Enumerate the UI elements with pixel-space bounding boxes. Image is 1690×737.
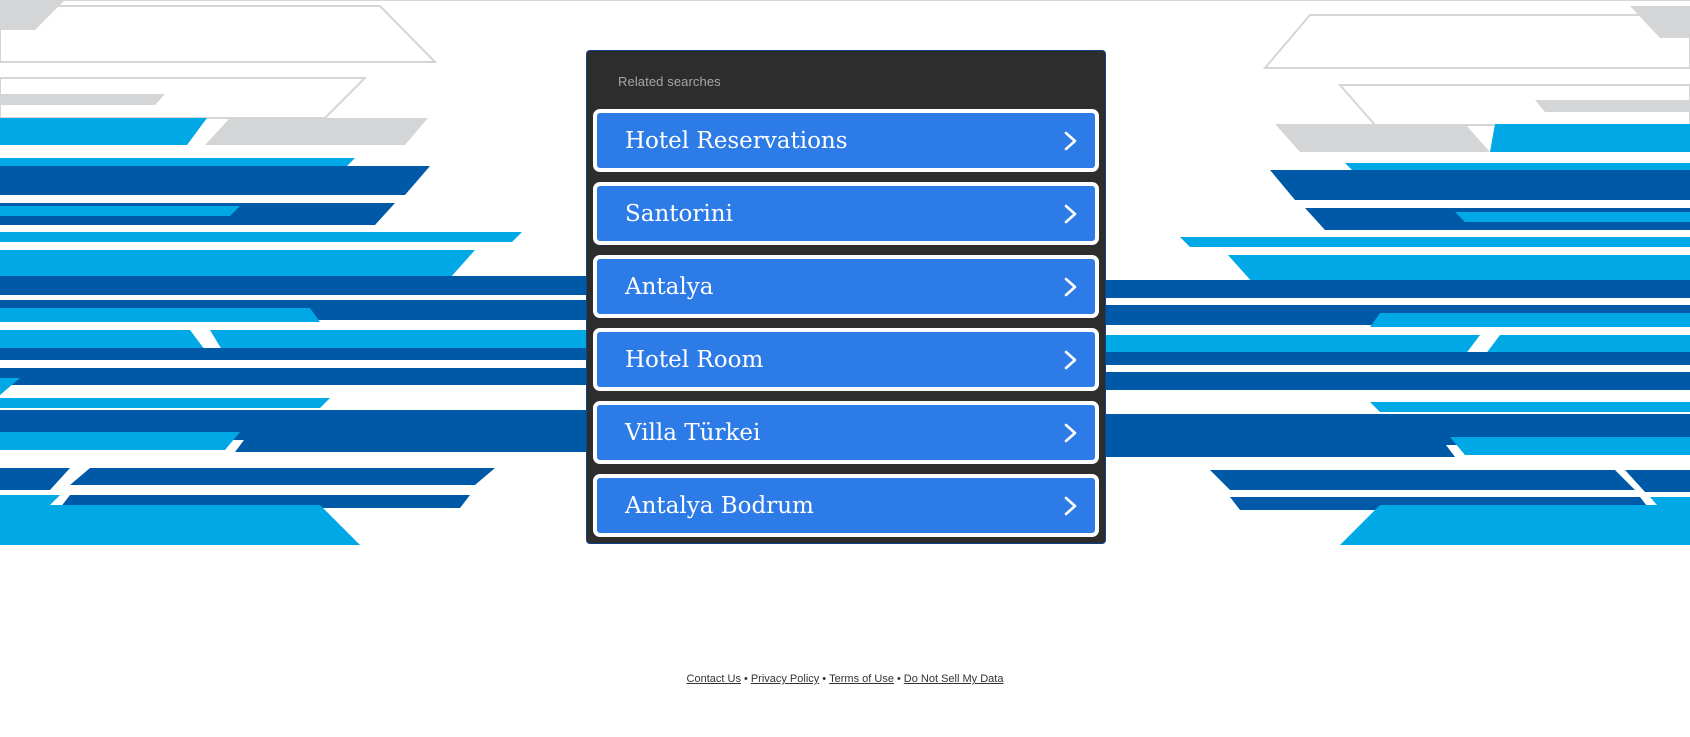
related-search-label: Villa Türkei <box>625 419 761 446</box>
related-search-label: Antalya Bodrum <box>625 492 814 519</box>
related-search-label: Hotel Reservations <box>625 127 848 154</box>
footer-separator: • <box>896 673 901 685</box>
related-searches-panel: Related searches Hotel Reservations Sant… <box>586 50 1106 544</box>
related-search-label: Antalya <box>625 273 714 300</box>
related-search-label: Hotel Room <box>625 346 764 373</box>
page: Related searches Hotel Reservations Sant… <box>0 0 1690 737</box>
related-search-button[interactable]: Hotel Reservations <box>593 109 1099 172</box>
do-not-sell-link[interactable]: Do Not Sell My Data <box>904 673 1004 685</box>
panel-title: Related searches <box>618 74 721 89</box>
chevron-right-icon <box>1064 423 1077 442</box>
footer: Contact Us • Privacy Policy • Terms of Use • D… <box>0 673 1690 685</box>
terms-of-use-link[interactable]: Terms of Use <box>829 673 894 685</box>
footer-separator: • <box>822 673 827 685</box>
chevron-right-icon <box>1064 131 1077 150</box>
chevron-right-icon <box>1064 350 1077 369</box>
related-search-button[interactable]: Villa Türkei <box>593 401 1099 464</box>
privacy-policy-link[interactable]: Privacy Policy <box>751 673 819 685</box>
related-search-button[interactable]: Santorini <box>593 182 1099 245</box>
contact-us-link[interactable]: Contact Us <box>687 673 741 685</box>
related-search-button[interactable]: Antalya Bodrum <box>593 474 1099 537</box>
related-search-button[interactable]: Antalya <box>593 255 1099 318</box>
related-search-button[interactable]: Hotel Room <box>593 328 1099 391</box>
chevron-right-icon <box>1064 204 1077 223</box>
chevron-right-icon <box>1064 496 1077 515</box>
related-searches-list: Hotel Reservations Santorini Antalya Hot… <box>593 109 1099 537</box>
chevron-right-icon <box>1064 277 1077 296</box>
related-search-label: Santorini <box>625 200 733 227</box>
footer-separator: • <box>743 673 748 685</box>
